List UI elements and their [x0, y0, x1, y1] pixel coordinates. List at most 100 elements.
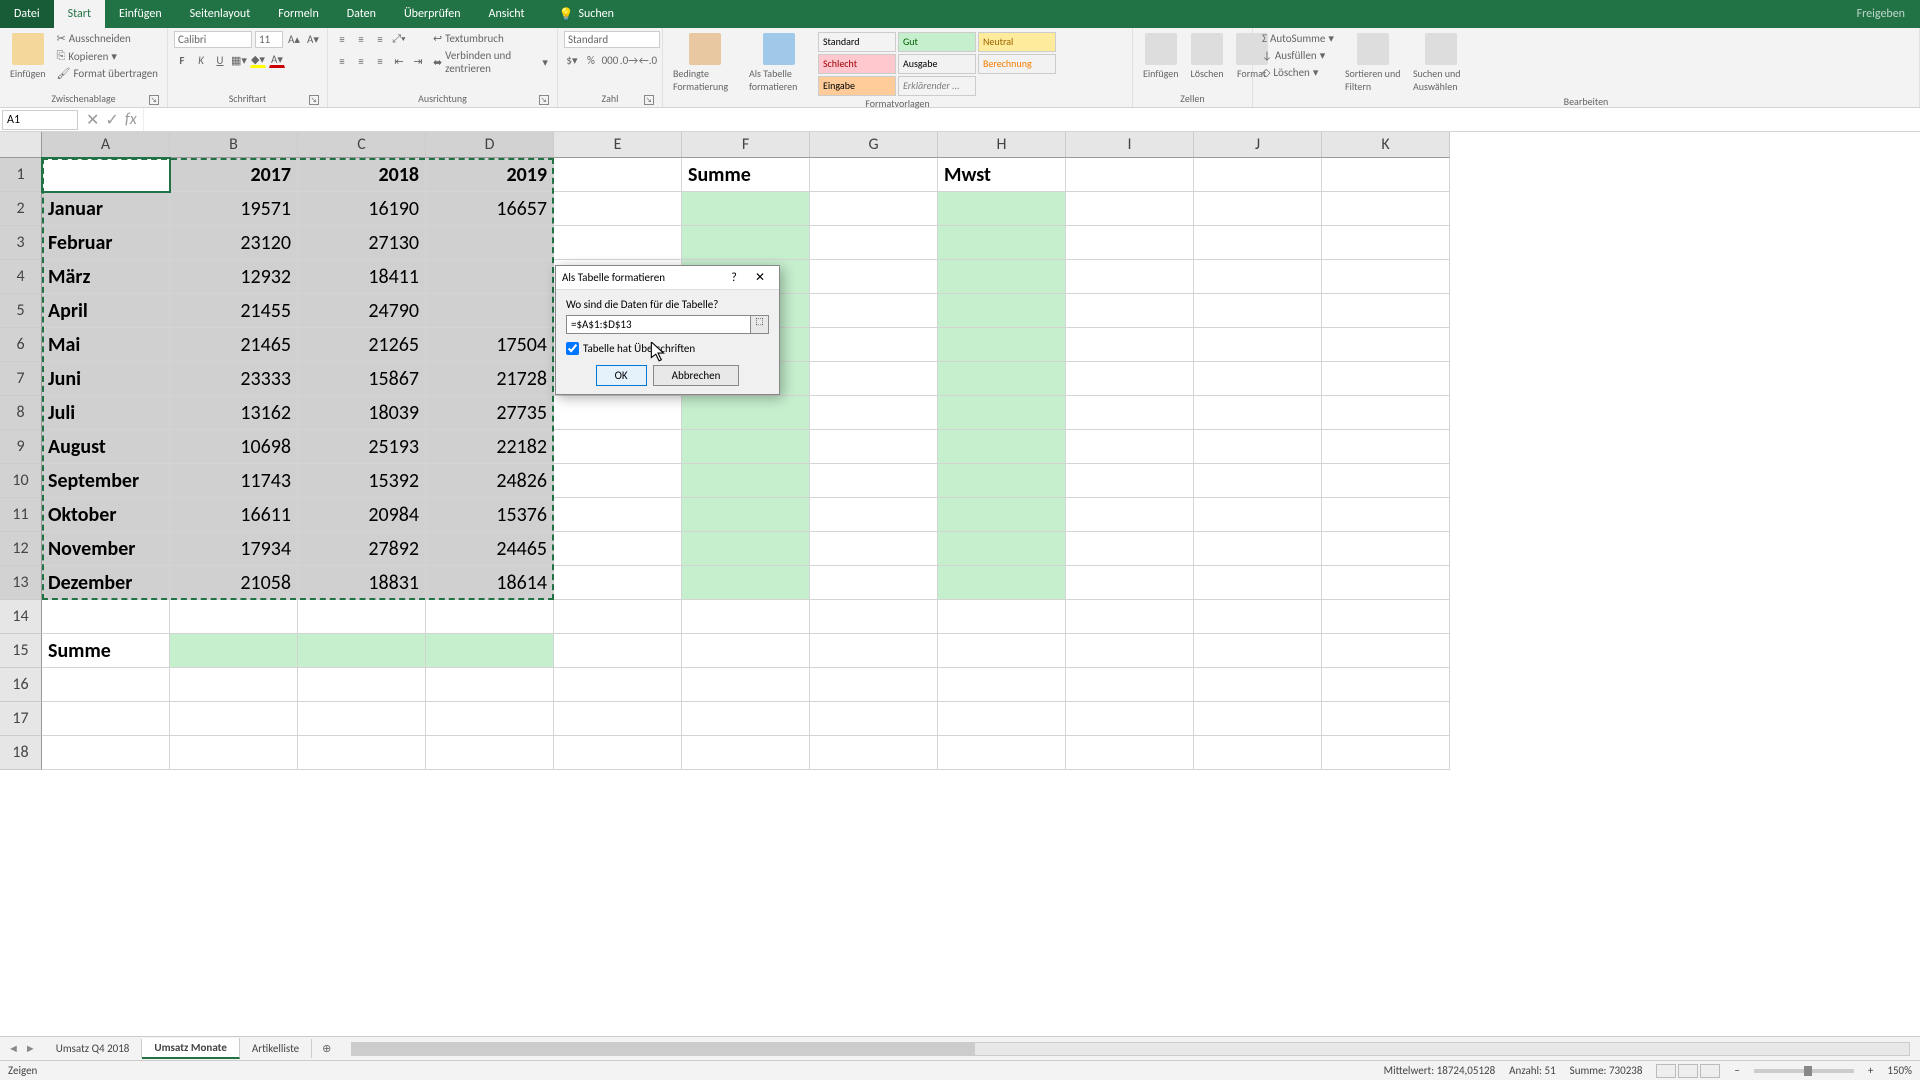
cell-A3[interactable]: Februar: [42, 226, 170, 260]
cell-B2[interactable]: 19571: [170, 192, 298, 226]
col-header-I[interactable]: I: [1066, 132, 1194, 158]
align-left-icon[interactable]: ≡: [334, 53, 350, 69]
cell-J11[interactable]: [1194, 498, 1322, 532]
cell-D16[interactable]: [426, 668, 554, 702]
cell-A9[interactable]: August: [42, 430, 170, 464]
cell-C17[interactable]: [298, 702, 426, 736]
format-as-table-button[interactable]: Als Tabelle formatieren: [745, 31, 813, 95]
cell-G11[interactable]: [810, 498, 938, 532]
cell-I16[interactable]: [1066, 668, 1194, 702]
cell-E12[interactable]: [554, 532, 682, 566]
cell-A18[interactable]: [42, 736, 170, 770]
zoom-slider[interactable]: [1754, 1069, 1854, 1073]
cell-H11[interactable]: [938, 498, 1066, 532]
cell-G10[interactable]: [810, 464, 938, 498]
cell-K5[interactable]: [1322, 294, 1450, 328]
decrease-font-icon[interactable]: A▾: [305, 32, 321, 48]
sheet-tab-0[interactable]: Umsatz Q4 2018: [44, 1039, 143, 1058]
tab-data[interactable]: Daten: [333, 0, 390, 28]
cell-I12[interactable]: [1066, 532, 1194, 566]
cell-I6[interactable]: [1066, 328, 1194, 362]
cell-A5[interactable]: April: [42, 294, 170, 328]
cell-G16[interactable]: [810, 668, 938, 702]
tell-me-search[interactable]: 💡 Suchen: [559, 0, 614, 28]
paste-button[interactable]: Einfügen: [6, 31, 50, 82]
sheet-nav-next-icon[interactable]: ►: [25, 1042, 36, 1055]
cell-G8[interactable]: [810, 396, 938, 430]
cell-I8[interactable]: [1066, 396, 1194, 430]
cell-D14[interactable]: [426, 600, 554, 634]
cancel-formula-icon[interactable]: ✕: [86, 110, 99, 130]
range-selector-button[interactable]: ⬚: [751, 315, 769, 334]
col-header-E[interactable]: E: [554, 132, 682, 158]
cell-I4[interactable]: [1066, 260, 1194, 294]
cell-D18[interactable]: [426, 736, 554, 770]
row-header-1[interactable]: 1: [0, 158, 42, 192]
cell-C6[interactable]: 21265: [298, 328, 426, 362]
cell-E9[interactable]: [554, 430, 682, 464]
cell-F12[interactable]: [682, 532, 810, 566]
cell-F9[interactable]: [682, 430, 810, 464]
cell-K18[interactable]: [1322, 736, 1450, 770]
cell-F1[interactable]: Summe: [682, 158, 810, 192]
cell-D4[interactable]: [426, 260, 554, 294]
row-header-17[interactable]: 17: [0, 702, 42, 736]
row-header-14[interactable]: 14: [0, 600, 42, 634]
cell-B8[interactable]: 13162: [170, 396, 298, 430]
fill-button[interactable]: ↓Ausfüllen ▾: [1259, 48, 1337, 63]
ok-button[interactable]: OK: [596, 365, 647, 386]
cell-G2[interactable]: [810, 192, 938, 226]
cell-E1[interactable]: [554, 158, 682, 192]
number-format-select[interactable]: Standard: [564, 31, 660, 48]
headers-checkbox-label[interactable]: Tabelle hat Überschriften: [566, 342, 769, 355]
wrap-text-button[interactable]: ↩Textumbruch: [430, 31, 551, 46]
copy-button[interactable]: ⎘Kopieren ▾: [54, 48, 161, 64]
cell-J14[interactable]: [1194, 600, 1322, 634]
cell-A14[interactable]: [42, 600, 170, 634]
cell-F11[interactable]: [682, 498, 810, 532]
align-bottom-icon[interactable]: ≡: [372, 31, 388, 47]
bold-button[interactable]: F: [174, 52, 190, 68]
cell-D10[interactable]: 24826: [426, 464, 554, 498]
cell-J13[interactable]: [1194, 566, 1322, 600]
cell-C3[interactable]: 27130: [298, 226, 426, 260]
cell-H6[interactable]: [938, 328, 1066, 362]
cell-I15[interactable]: [1066, 634, 1194, 668]
cell-B12[interactable]: 17934: [170, 532, 298, 566]
cancel-button[interactable]: Abbrechen: [653, 365, 740, 386]
cell-D2[interactable]: 16657: [426, 192, 554, 226]
cell-J8[interactable]: [1194, 396, 1322, 430]
cell-J18[interactable]: [1194, 736, 1322, 770]
tab-start[interactable]: Start: [54, 0, 105, 28]
font-size-select[interactable]: 11: [255, 31, 283, 48]
font-launcher-icon[interactable]: ↘: [309, 95, 319, 105]
cell-K3[interactable]: [1322, 226, 1450, 260]
cell-B7[interactable]: 23333: [170, 362, 298, 396]
number-launcher-icon[interactable]: ↘: [644, 95, 654, 105]
col-header-C[interactable]: C: [298, 132, 426, 158]
cell-A2[interactable]: Januar: [42, 192, 170, 226]
col-header-A[interactable]: A: [42, 132, 170, 158]
cell-C15[interactable]: [298, 634, 426, 668]
cell-G4[interactable]: [810, 260, 938, 294]
style-output[interactable]: Ausgabe: [898, 54, 976, 74]
cell-G15[interactable]: [810, 634, 938, 668]
cell-G7[interactable]: [810, 362, 938, 396]
conditional-formatting-button[interactable]: Bedingte Formatierung: [669, 31, 741, 95]
row-header-18[interactable]: 18: [0, 736, 42, 770]
cell-J16[interactable]: [1194, 668, 1322, 702]
cell-J10[interactable]: [1194, 464, 1322, 498]
cell-F15[interactable]: [682, 634, 810, 668]
underline-button[interactable]: U: [212, 52, 228, 68]
cell-F10[interactable]: [682, 464, 810, 498]
cell-F8[interactable]: [682, 396, 810, 430]
view-pagelayout-button[interactable]: [1678, 1064, 1698, 1078]
cell-A1[interactable]: [42, 158, 170, 192]
cell-G9[interactable]: [810, 430, 938, 464]
cell-K10[interactable]: [1322, 464, 1450, 498]
tab-file[interactable]: Datei: [0, 0, 54, 28]
cell-I10[interactable]: [1066, 464, 1194, 498]
row-header-9[interactable]: 9: [0, 430, 42, 464]
style-neutral[interactable]: Neutral: [978, 32, 1056, 52]
row-header-3[interactable]: 3: [0, 226, 42, 260]
